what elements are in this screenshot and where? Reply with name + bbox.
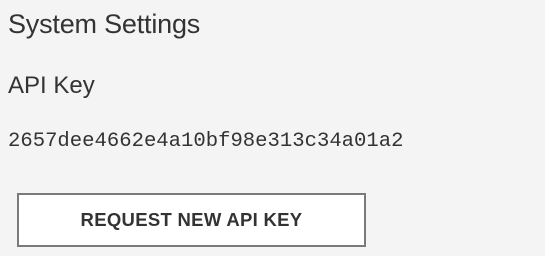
system-settings-panel: System Settings API Key 2657dee4662e4a10… (0, 0, 545, 256)
api-key-label: API Key (8, 72, 95, 99)
page-title: System Settings (8, 9, 201, 39)
request-new-api-key-button[interactable]: REQUEST NEW API KEY (17, 193, 366, 247)
api-key-value: 2657dee4662e4a10bf98e313c34a01a2 (8, 130, 404, 153)
